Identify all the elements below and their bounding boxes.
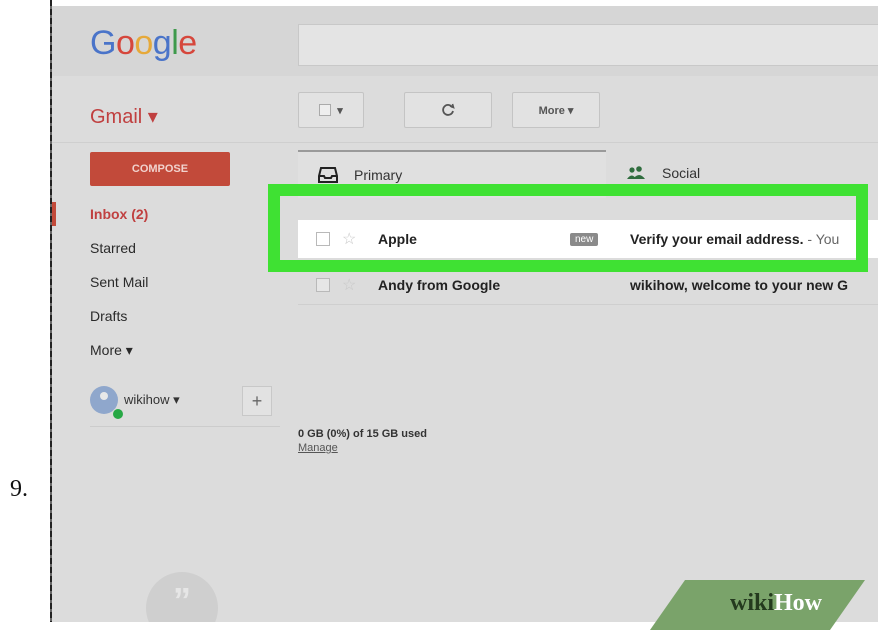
star-icon[interactable]: ☆ [342, 229, 356, 249]
step-number: 9. [10, 476, 28, 502]
inbox-tabs: Primary Social [298, 150, 878, 198]
gmail-menu[interactable]: Gmail ▾ [90, 104, 158, 129]
sidebar-item-drafts[interactable]: Drafts [90, 308, 127, 324]
sidebar-item-starred[interactable]: Starred [90, 240, 136, 256]
storage-usage: 0 GB (0%) of 15 GB used [298, 428, 427, 440]
add-contact-button[interactable]: + [242, 386, 272, 416]
account-name[interactable]: wikihow ▾ [124, 392, 180, 408]
message-subject: wikihow, welcome to your new G [630, 277, 849, 293]
hangouts-icon[interactable]: ” [146, 572, 218, 622]
tab-social-label: Social [662, 165, 701, 181]
tab-primary[interactable]: Primary [298, 150, 606, 198]
watermark-how: How [774, 590, 823, 616]
account-switcher: wikihow ▾ + [90, 376, 280, 427]
refresh-icon [442, 103, 455, 116]
search-input[interactable] [298, 24, 878, 66]
message-row-andy[interactable]: ☆ Andy from Google wikihow, welcome to y… [298, 266, 878, 305]
header: Google [52, 6, 878, 76]
checkbox-icon [319, 104, 332, 116]
select-all-button[interactable]: ▾ [298, 92, 364, 128]
sidebar-item-sent-mail[interactable]: Sent Mail [90, 274, 148, 290]
message-sender: Apple [378, 231, 417, 247]
sidebar-item-more[interactable]: More ▾ [90, 342, 133, 359]
logo-letter-o1: o [115, 24, 135, 62]
message-snippet: - You [803, 231, 840, 247]
logo-letter-g: G [90, 24, 116, 62]
google-logo: Google [90, 24, 197, 63]
logo-letter-g2: g [152, 24, 172, 62]
online-status-icon [112, 408, 124, 420]
watermark-wiki: wiki [730, 590, 775, 616]
new-badge: new [570, 232, 599, 246]
wikihow-watermark: wikiHow [730, 590, 822, 617]
message-subject-text: Verify your email address. [630, 231, 804, 247]
toolbar: Gmail ▾ ▾ More ▾ [52, 76, 878, 143]
active-nav-marker [52, 202, 56, 226]
sidebar-item-inbox[interactable]: Inbox (2) [90, 206, 148, 222]
manage-storage-link[interactable]: Manage [298, 442, 338, 454]
message-checkbox[interactable] [316, 278, 330, 292]
inbox-icon [318, 167, 338, 183]
chevron-down-icon: ▾ [337, 104, 343, 117]
gmail-screenshot: Google Gmail ▾ ▾ More ▾ COMPOSE Inbox (2… [52, 6, 878, 622]
more-button[interactable]: More ▾ [512, 92, 600, 128]
people-icon [627, 166, 645, 179]
tab-social[interactable]: Social [606, 150, 878, 196]
message-row-apple[interactable]: ☆ Apple new Verify your email address. -… [298, 220, 878, 258]
message-subject: Verify your email address. - You [630, 231, 839, 247]
star-icon[interactable]: ☆ [342, 275, 356, 295]
logo-letter-e: e [178, 24, 197, 62]
compose-button[interactable]: COMPOSE [90, 152, 230, 186]
tab-primary-label: Primary [354, 167, 403, 183]
message-sender: Andy from Google [378, 277, 501, 293]
message-checkbox[interactable] [316, 232, 330, 246]
logo-letter-o2: o [134, 24, 153, 62]
refresh-button[interactable] [404, 92, 492, 128]
